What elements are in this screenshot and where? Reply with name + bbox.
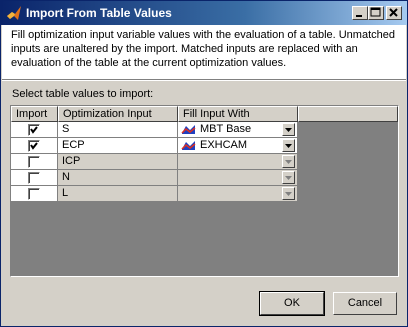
fill-input-dropdown[interactable]: EXHCAM bbox=[178, 138, 298, 154]
table-icon bbox=[181, 124, 197, 136]
fill-input-dropdown[interactable]: MBT Base bbox=[178, 122, 298, 138]
column-header-optimization-input[interactable]: Optimization Input bbox=[58, 106, 178, 122]
fill-input-dropdown[interactable] bbox=[178, 154, 298, 170]
description-panel: Fill optimization input variable values … bbox=[2, 25, 406, 79]
import-dialog: Import From Table Values Fill optimizati… bbox=[0, 0, 408, 327]
fill-input-value: EXHCAM bbox=[200, 139, 248, 151]
ok-button[interactable]: OK bbox=[259, 291, 325, 316]
separator bbox=[2, 79, 406, 81]
fill-input-dropdown[interactable] bbox=[178, 186, 298, 202]
close-icon[interactable] bbox=[386, 6, 402, 20]
matlab-icon bbox=[6, 5, 22, 21]
import-checkbox[interactable] bbox=[28, 140, 40, 152]
chevron-down-icon[interactable] bbox=[282, 139, 295, 152]
title-bar[interactable]: Import From Table Values bbox=[1, 1, 407, 25]
table-row: ECP EXHCAM bbox=[11, 138, 298, 154]
description-text: Fill optimization input variable values … bbox=[11, 29, 395, 69]
column-header-filler bbox=[298, 106, 398, 122]
chevron-down-icon[interactable] bbox=[282, 155, 295, 168]
chevron-down-icon[interactable] bbox=[282, 171, 295, 184]
column-header-import[interactable]: Import bbox=[11, 106, 58, 122]
fill-input-dropdown[interactable] bbox=[178, 170, 298, 186]
optimization-input-cell: L bbox=[58, 186, 178, 202]
maximize-icon[interactable] bbox=[368, 6, 384, 20]
minimize-icon[interactable] bbox=[352, 6, 368, 20]
window-title: Import From Table Values bbox=[26, 6, 172, 20]
import-table: Import Optimization Input Fill Input Wit… bbox=[10, 105, 399, 277]
table-row: L bbox=[11, 186, 298, 202]
import-checkbox[interactable] bbox=[28, 188, 40, 200]
optimization-input-cell: S bbox=[58, 122, 178, 138]
fill-input-value: MBT Base bbox=[200, 123, 252, 135]
optimization-input-cell: ICP bbox=[58, 154, 178, 170]
optimization-input-cell: ECP bbox=[58, 138, 178, 154]
table-icon bbox=[181, 140, 197, 152]
table-row: S MBT Base bbox=[11, 122, 298, 138]
table-row: ICP bbox=[11, 154, 298, 170]
select-label: Select table values to import: bbox=[12, 88, 154, 100]
import-checkbox[interactable] bbox=[28, 156, 40, 168]
table-row: N bbox=[11, 170, 298, 186]
import-checkbox[interactable] bbox=[28, 172, 40, 184]
import-checkbox[interactable] bbox=[28, 124, 40, 136]
cancel-button[interactable]: Cancel bbox=[333, 292, 397, 315]
chevron-down-icon[interactable] bbox=[282, 123, 295, 136]
chevron-down-icon[interactable] bbox=[282, 187, 295, 200]
column-header-fill-input-with[interactable]: Fill Input With bbox=[178, 106, 298, 122]
optimization-input-cell: N bbox=[58, 170, 178, 186]
